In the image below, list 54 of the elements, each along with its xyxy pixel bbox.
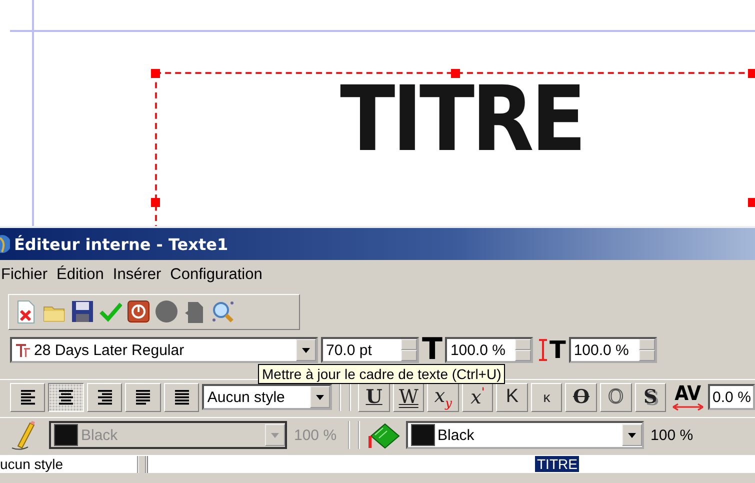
resize-handle[interactable]: [151, 69, 160, 78]
align-forced-icon: [174, 388, 190, 406]
shadow-button[interactable]: S: [634, 382, 666, 412]
search-icon[interactable]: [211, 300, 234, 324]
resize-handle[interactable]: [748, 69, 755, 78]
align-block-button[interactable]: [125, 382, 161, 412]
menu-item[interactable]: Configuration: [167, 266, 268, 284]
superscript-button[interactable]: x$^{'}$: [462, 382, 494, 412]
resize-handle[interactable]: [151, 198, 160, 207]
strike-button[interactable]: O: [565, 382, 598, 412]
color-dropdown[interactable]: Black: [406, 421, 644, 449]
menu-item[interactable]: Fichier: [0, 266, 54, 284]
caret-icon: [315, 393, 326, 401]
shade-value: 100 %: [650, 426, 694, 444]
editor-text: TITRE: [535, 456, 580, 472]
shade-value: 100 %: [294, 426, 337, 444]
toolbar-grip[interactable]: [348, 421, 360, 449]
circle-icon[interactable]: [155, 300, 178, 324]
app-icon: [0, 234, 10, 254]
caret-icon: [626, 431, 637, 439]
power-icon[interactable]: [127, 300, 150, 324]
word-underline-button[interactable]: W: [392, 382, 424, 412]
align-center-button[interactable]: [48, 382, 84, 412]
width-scale-field[interactable]: 100.0 %: [445, 337, 534, 363]
font-type-icon: [15, 342, 31, 358]
paragraph-style-dropdown[interactable]: Aucun style: [202, 384, 332, 410]
menu-item[interactable]: Insérer: [110, 266, 168, 284]
align-right-button[interactable]: [86, 382, 122, 412]
caret-icon: [301, 346, 311, 354]
resize-handle[interactable]: [748, 198, 755, 207]
font-dropdown[interactable]: 28 Days Later Regular: [10, 337, 318, 363]
small-caps-button[interactable]: κ: [530, 382, 562, 412]
align-center-icon: [58, 388, 74, 406]
tooltip: Mettre à jour le cadre de texte (Ctrl+U): [258, 364, 506, 384]
subscript-button[interactable]: x$_{y}$: [427, 382, 459, 412]
window-title: Éditeur interne - Texte1: [14, 234, 228, 254]
font-size-field[interactable]: 70.0 pt: [321, 337, 419, 363]
align-left-button[interactable]: [10, 382, 46, 412]
width-scale-icon: T: [422, 336, 442, 364]
align-forced-button[interactable]: [164, 382, 200, 412]
outline-button[interactable]: O: [600, 382, 632, 412]
frame-title: TITRE: [340, 80, 584, 160]
resize-handle[interactable]: [451, 69, 460, 78]
checkmark-icon[interactable]: [99, 300, 122, 324]
align-block-icon: [135, 388, 152, 406]
tracking-field[interactable]: 0.0 %: [708, 384, 755, 410]
align-right-icon: [96, 388, 113, 406]
align-left-icon: [20, 388, 36, 406]
menu-item[interactable]: Édition: [54, 266, 110, 284]
document-shape-icon[interactable]: [183, 300, 206, 324]
caps-button[interactable]: K: [496, 382, 528, 412]
caret-icon: [270, 431, 280, 439]
underline-button[interactable]: U: [358, 382, 390, 412]
height-scale-field[interactable]: 100.0 %: [568, 337, 657, 363]
